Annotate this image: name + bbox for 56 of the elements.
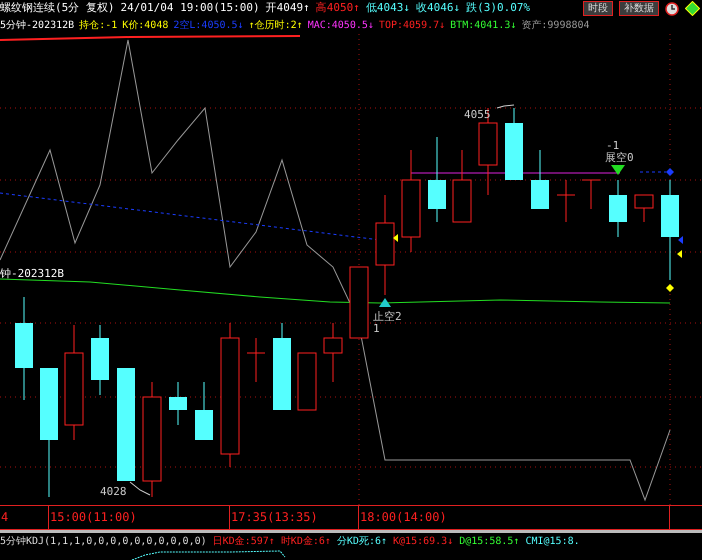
- indicator-value: 资产:9998804: [521, 18, 590, 33]
- signal-count-label: -1: [606, 140, 620, 152]
- candlestick: [350, 266, 368, 338]
- candlestick: [556, 180, 576, 222]
- kdj-value: K@15:69.3↓: [393, 534, 454, 548]
- time-axis-label: 4: [0, 509, 10, 526]
- clock-icon[interactable]: [665, 2, 679, 16]
- candlestick: [634, 194, 654, 222]
- indicator-value: ↑仓历时:2↑: [248, 18, 303, 33]
- candlestick: [246, 338, 266, 382]
- triangle-down-icon: [611, 165, 625, 175]
- candlestick: [169, 382, 187, 426]
- quote-value: 高4050↑: [316, 0, 360, 16]
- kdj-value: 日KD金:597↑: [212, 534, 275, 548]
- indicator-value: BTM:4041.3↓: [450, 19, 516, 33]
- toolbar-button[interactable]: 补数据: [619, 1, 659, 16]
- kdj-value: CMI@15:8.: [525, 534, 580, 548]
- diamond-marker-icon: [666, 168, 674, 176]
- triangle-up-icon: [379, 298, 391, 307]
- kdj-value: D@15:58.5↑: [459, 534, 520, 548]
- indicator-value: 持仓:-1: [79, 18, 118, 33]
- candlestick: [195, 382, 213, 440]
- signal-count-label: 1: [373, 323, 380, 335]
- candlestick: [531, 150, 549, 210]
- candlestick: [91, 324, 109, 396]
- indicator-value: TOP:4059.7↓: [378, 19, 446, 33]
- diamond-icon[interactable]: [685, 1, 700, 16]
- diamond-marker-icon: [666, 284, 674, 292]
- quote-value: 低4043↓: [366, 0, 410, 16]
- time-axis-label: 15:00(11:00): [48, 506, 229, 529]
- quote-value: 跌(3)0.07%: [466, 0, 530, 16]
- indicator-value: 2空L:4050.5↓: [173, 18, 244, 33]
- signal-label: 止空2: [373, 311, 402, 323]
- indicator-value: 5分钟-202312B: [0, 18, 74, 33]
- time-axis-label: 18:00(14:00): [358, 506, 669, 529]
- toolbar-button[interactable]: 时段: [583, 1, 613, 16]
- chart-title: 螺纹钢连续(5分 复权): [0, 0, 114, 16]
- kdj-value: 时KD金:6↑: [280, 534, 331, 548]
- quote-value: 收4046↓: [416, 0, 460, 16]
- signal-label: 展空0: [605, 152, 634, 164]
- triangle-left-icon: [393, 234, 398, 242]
- low-price-label: 4028: [100, 486, 126, 498]
- time-axis-label: 17:35(13:35): [229, 506, 358, 529]
- quote-value: 开4049↑: [266, 0, 310, 16]
- leader-line: [130, 482, 150, 496]
- contract-label: 钟-202312B: [0, 268, 64, 280]
- date-time: 24/01/04 19:00(15:00): [120, 0, 260, 16]
- candlestick: [324, 322, 342, 382]
- candlestick: [298, 352, 316, 410]
- candlestick: [582, 180, 600, 210]
- indicator-value: MAC:4050.5↓: [308, 19, 374, 33]
- candlestick: [609, 180, 627, 238]
- indicator-value: K价:4048: [122, 19, 168, 33]
- leader-line: [496, 104, 514, 108]
- kdj-value: 分KD死:6↑: [336, 534, 388, 548]
- kdj-title: 5分钟KDJ(1,1,1,0,0,0,0,0,0,0,0,0,0): [0, 534, 207, 548]
